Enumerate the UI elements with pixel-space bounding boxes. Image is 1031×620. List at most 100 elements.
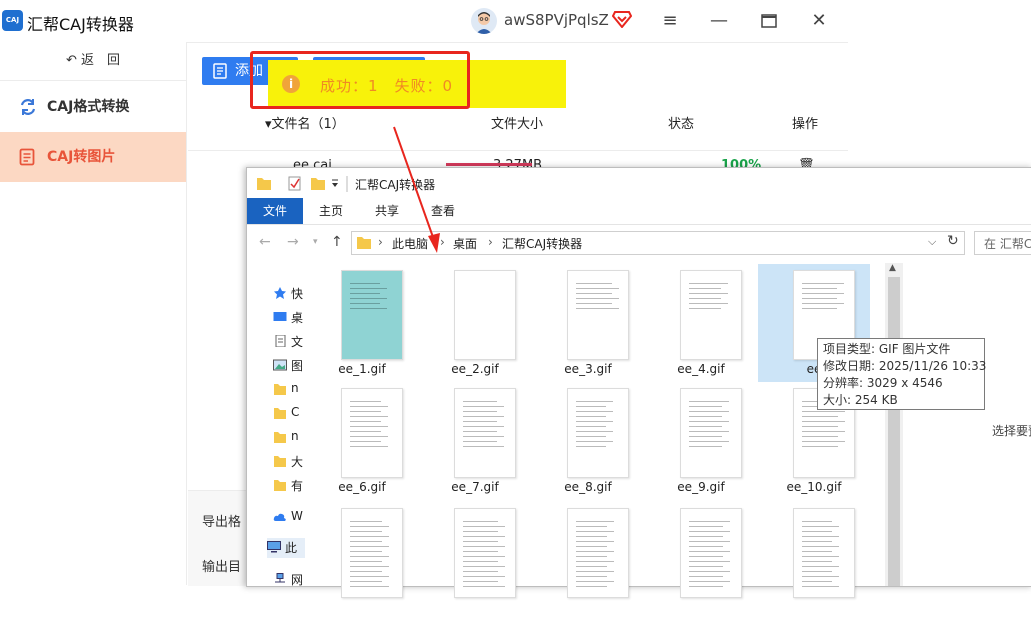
nav-item-label: 图	[291, 359, 304, 373]
avatar[interactable]	[471, 8, 497, 34]
file-thumbnail	[567, 270, 629, 360]
file-item[interactable]	[645, 502, 757, 620]
file-item[interactable]: ee_3.gif	[532, 264, 644, 382]
nav-item-label: 有	[291, 479, 304, 493]
file-item[interactable]: ee_8.gif	[532, 382, 644, 500]
file-thumbnail	[567, 388, 629, 478]
forward-arrow-icon[interactable]: →	[287, 234, 299, 250]
folder-icon	[273, 383, 287, 395]
nav-item-label: W	[291, 509, 303, 523]
nav-item-label: 此	[285, 541, 298, 555]
network-icon	[273, 573, 287, 585]
file-table-header: ▾文件名（1） 文件大小 状态 操作	[188, 108, 848, 134]
nav-item-label: n	[291, 429, 299, 443]
user-name[interactable]: awS8PVjPqlsZ	[504, 11, 609, 29]
maximize-button[interactable]	[755, 8, 783, 34]
file-name: ee_10.gif	[786, 480, 842, 494]
recent-dropdown-icon[interactable]: ▾	[313, 237, 318, 247]
breadcrumb-this-pc[interactable]: 此电脑	[392, 235, 428, 252]
star-icon	[273, 287, 287, 299]
folder-icon	[357, 237, 371, 249]
path-dropdown-icon[interactable]: ⌵	[928, 235, 936, 249]
breadcrumb-desktop[interactable]: 桌面	[453, 235, 477, 252]
tooltip-size: 大小: 254 KB	[823, 393, 898, 407]
title-bar: CAJ 汇帮CAJ转换器 awS8PVjPqlsZ ≡ — ✕	[0, 0, 848, 43]
file-tooltip: 项目类型: GIF 图片文件 修改日期: 2025/11/26 10:33 分辨…	[817, 338, 986, 410]
file-item[interactable]	[419, 502, 531, 620]
explorer-title-bar: 汇帮CAJ转换器	[247, 168, 1031, 198]
breadcrumb-folder[interactable]: 汇帮CAJ转换器	[502, 235, 582, 252]
file-name: ee_3.gif	[564, 362, 612, 376]
document-icon	[19, 148, 35, 166]
folder-icon	[273, 407, 287, 419]
folder-icon	[273, 431, 287, 443]
file-thumbnail	[680, 270, 742, 360]
tab-home[interactable]: 主页	[303, 198, 359, 224]
sidebar-item-caj-convert[interactable]: CAJ格式转换	[0, 82, 186, 132]
folder-icon	[273, 455, 287, 467]
tab-share[interactable]: 共享	[359, 198, 415, 224]
file-name: ee_7.gif	[451, 480, 499, 494]
refresh-icon	[20, 99, 36, 115]
sidebar: ↶ 返 回 CAJ格式转换 CAJ转图片	[0, 42, 187, 585]
file-name: ee_9.gif	[677, 480, 725, 494]
export-format-label: 导出格	[202, 515, 242, 530]
app-title: 汇帮CAJ转换器	[27, 15, 134, 34]
output-dir-label: 输出目	[202, 560, 242, 575]
file-thumbnail	[341, 270, 403, 360]
col-size-header: 文件大小	[491, 117, 544, 132]
back-arrow-icon[interactable]: ←	[259, 234, 271, 250]
desktop-icon	[273, 311, 287, 323]
back-button[interactable]: ↶ 返 回	[0, 42, 186, 81]
back-label: 返 回	[81, 53, 121, 68]
nav-item-label: n	[291, 381, 299, 395]
tooltip-type: 项目类型: GIF 图片文件	[823, 342, 951, 356]
file-grid: ee_1.gif ee_2.gif ee_3.gif ee_4.gif ee ee_6.g…	[306, 264, 887, 598]
file-item[interactable]: ee_6.gif	[306, 382, 418, 500]
scroll-up-icon[interactable]: ▲	[889, 263, 896, 273]
file-item[interactable]	[306, 502, 418, 620]
tooltip-resolution: 分辨率: 3029 x 4546	[823, 376, 943, 390]
address-box[interactable]: › 此电脑 › 桌面 › 汇帮CAJ转换器 ⌵	[351, 231, 965, 255]
up-arrow-icon[interactable]: ↑	[331, 234, 343, 250]
navigation-pane: 快桌文图nCn大有W此网	[247, 264, 305, 587]
cloud-icon	[273, 511, 287, 523]
file-item[interactable]: ee_2.gif	[419, 264, 531, 382]
back-arrow-icon: ↶	[65, 53, 81, 68]
picture-icon	[273, 359, 287, 371]
file-thumbnail	[680, 388, 742, 478]
scrollbar[interactable]: ▲	[885, 263, 903, 586]
tab-file[interactable]: 文件	[247, 198, 303, 224]
nav-item-label: C	[291, 405, 300, 419]
nav-item-label: 文	[291, 335, 304, 349]
refresh-icon[interactable]: ↻	[947, 233, 959, 249]
col-name-header[interactable]: ▾文件名（1）	[265, 113, 345, 132]
app-logo-icon: CAJ	[2, 10, 23, 31]
quick-access-toolbar-icon[interactable]	[255, 174, 355, 194]
scroll-thumb[interactable]	[888, 277, 900, 586]
file-explorer-window: 汇帮CAJ转换器 文件 主页 共享 查看 ← → ▾ ↑ › 此电脑 › 桌面 …	[246, 167, 1031, 598]
file-item[interactable]: ee_7.gif	[419, 382, 531, 500]
sidebar-item-label: CAJ转图片	[47, 149, 116, 165]
col-ops-header: 操作	[792, 117, 819, 132]
close-button[interactable]: ✕	[805, 8, 833, 34]
file-item[interactable]: ee_9.gif	[645, 382, 757, 500]
file-name: ee_6.gif	[338, 480, 386, 494]
minimize-button[interactable]: —	[705, 8, 733, 34]
file-item[interactable]: ee_1.gif	[306, 264, 418, 382]
file-name: ee_4.gif	[677, 362, 725, 376]
sidebar-item-label: CAJ格式转换	[47, 99, 130, 115]
vip-diamond-icon[interactable]	[611, 10, 633, 32]
file-item[interactable]	[758, 502, 870, 620]
search-input[interactable]: 在 汇帮C	[974, 231, 1031, 255]
sidebar-item-caj-to-image[interactable]: CAJ转图片	[0, 132, 186, 182]
menu-button[interactable]: ≡	[656, 8, 684, 34]
file-thumbnail	[454, 388, 516, 478]
file-name: ee_2.gif	[451, 362, 499, 376]
explorer-title: 汇帮CAJ转换器	[355, 178, 436, 192]
file-item[interactable]	[532, 502, 644, 620]
file-item[interactable]: ee_4.gif	[645, 264, 757, 382]
nav-item[interactable]: 此	[267, 538, 305, 558]
tab-view[interactable]: 查看	[415, 198, 471, 224]
file-thumbnail	[454, 270, 516, 360]
